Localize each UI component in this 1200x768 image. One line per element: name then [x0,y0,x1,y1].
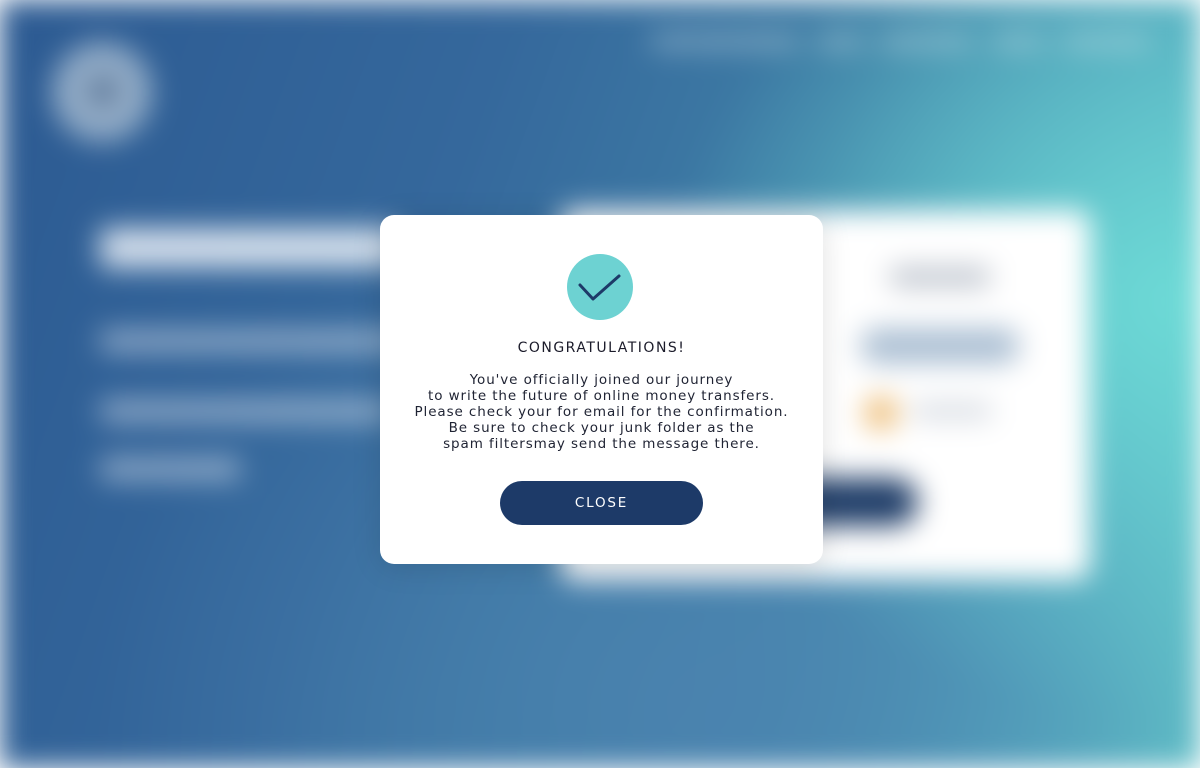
modal-message: You've officially joined our journey to … [380,372,823,452]
card-title-blurred [890,268,990,286]
success-modal: CONGRATULATIONS! You've officially joine… [380,215,823,564]
coin-label-blurred [912,404,992,418]
modal-message-line: Be sure to check your junk folder as the [448,420,755,436]
hero-text-blurred [100,330,400,352]
modal-message-line: Please check your for email for the conf… [414,404,789,420]
nav-item-blurred [650,34,800,48]
modal-message-line: to write the future of online money tran… [428,388,775,404]
modal-title: CONGRATULATIONS! [517,340,686,356]
nav-item-blurred [1060,34,1150,48]
site-logo-mark [88,76,118,106]
hero-text-blurred [100,400,390,422]
nav-item-blurred [878,34,973,48]
close-button[interactable]: CLOSE [500,481,703,525]
nav-item-blurred [990,34,1045,48]
modal-message-line: spam filtersmay send the message there. [443,436,760,452]
coin-icon [864,396,898,430]
hero-title-blurred [100,228,400,268]
nav-item-blurred [815,34,865,48]
card-input-blurred [860,328,1020,364]
page: CONGRATULATIONS! You've officially joine… [0,0,1200,768]
hero-text-blurred [100,458,240,480]
modal-message-line: You've officially joined our journey [469,372,734,388]
checkmark-icon [567,254,633,320]
